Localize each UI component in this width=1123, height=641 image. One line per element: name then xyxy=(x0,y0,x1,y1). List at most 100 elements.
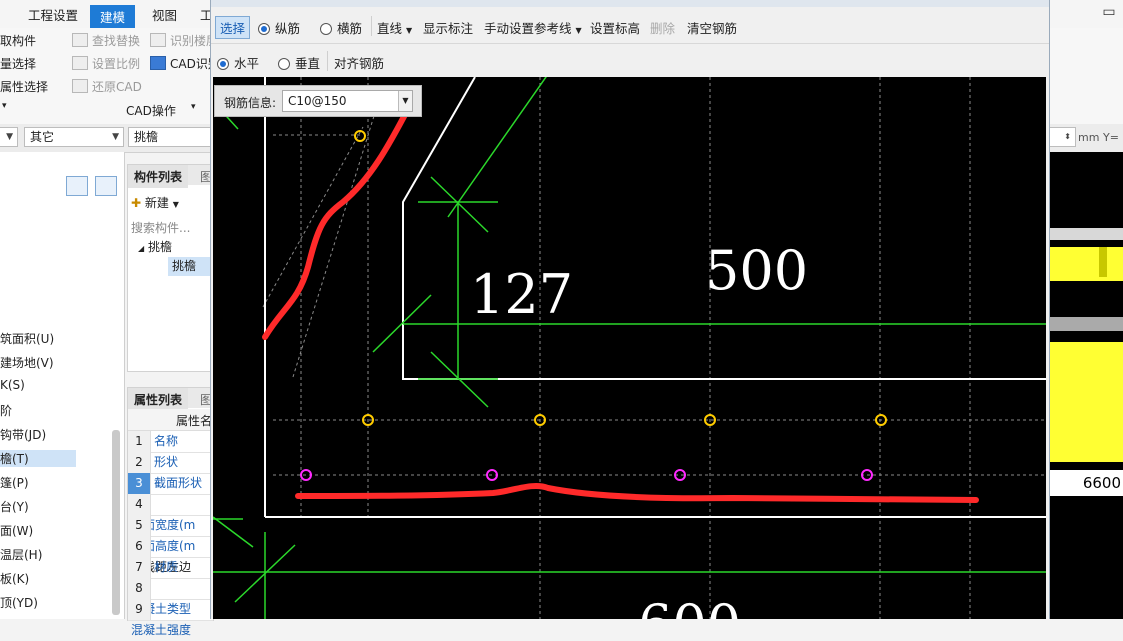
property-row-index: 7 xyxy=(128,557,151,578)
coord-unit-label: mm xyxy=(1078,131,1100,144)
property-row-index: 9 xyxy=(128,599,151,620)
identify-floor-button[interactable]: 识别楼层 xyxy=(150,32,218,49)
rebar-info-box: 钢筋信息: C10@150 ▼ xyxy=(214,85,422,117)
radio-off-icon xyxy=(278,58,290,70)
property-row[interactable]: 5截面高度(m xyxy=(128,515,213,553)
radio-longitudinal[interactable]: 纵筋 xyxy=(258,18,300,37)
tree-item-eaves[interactable]: 挑檐 xyxy=(168,257,210,276)
property-row-index: 2 xyxy=(128,452,151,473)
spinner-icon: ⬍ xyxy=(1064,132,1071,141)
property-row[interactable]: 3 截面形状 xyxy=(128,473,213,495)
property-row-name: 材质 xyxy=(154,560,179,574)
set-scale-button[interactable]: 设置比例 xyxy=(72,55,140,72)
radio-transverse[interactable]: 横筋 xyxy=(320,18,362,37)
align-rebar-button[interactable]: 对齐钢筋 xyxy=(334,53,384,72)
tab-property-list[interactable]: 属性列表 xyxy=(128,388,189,411)
section-drawing: 127 500 600 xyxy=(213,77,1046,619)
property-row[interactable]: 2 形状 xyxy=(128,452,213,474)
close-icon[interactable]: ▭ xyxy=(1098,4,1120,20)
rebar-info-input[interactable]: C10@150 ▼ xyxy=(282,90,413,112)
menu-tab-view[interactable]: 视图 xyxy=(152,5,177,24)
property-row-index: 5 xyxy=(128,515,151,536)
property-row[interactable]: 6轴线距左边 xyxy=(128,536,213,574)
left-tree-item[interactable]: 顶(YD) xyxy=(0,594,38,611)
chevron-down-icon: ▼ xyxy=(6,132,13,142)
radio-horizontal[interactable]: 水平 xyxy=(217,53,259,72)
select-button[interactable]: 选择 xyxy=(215,16,251,39)
line-dropdown[interactable]: 直线 ▼ xyxy=(377,18,412,37)
property-row-name: 混凝土强度 xyxy=(131,623,192,637)
cad-icon xyxy=(150,56,166,70)
restore-cad-button[interactable]: 还原CAD xyxy=(72,78,142,95)
radio-off-icon xyxy=(320,23,332,35)
chevron-down-icon: ▼ xyxy=(406,26,413,35)
show-mark-button[interactable]: 显示标注 xyxy=(423,18,473,37)
restore-icon xyxy=(72,79,88,93)
dimension-6600: 6600 xyxy=(1047,470,1123,496)
property-row[interactable]: 1 名称 xyxy=(128,431,213,453)
rebar-points xyxy=(300,130,887,481)
dimension-127: 127 xyxy=(470,263,573,326)
find-replace-button[interactable]: 查找替换 xyxy=(72,32,140,49)
grid-view-icon[interactable] xyxy=(95,176,117,196)
delete-button[interactable]: 删除 xyxy=(650,18,675,37)
expand-icon: ◢ xyxy=(138,244,145,253)
coord-x-input[interactable]: ⬍ xyxy=(1048,127,1076,147)
find-replace-icon xyxy=(72,33,88,47)
left-tree-item[interactable]: 檐(T) xyxy=(0,450,76,467)
property-row-name: 名称 xyxy=(154,434,179,448)
chevron-down-icon[interactable]: ▾ xyxy=(2,101,7,111)
left-tree-item[interactable]: 筑面积(U) xyxy=(0,330,54,347)
pick-component-button[interactable]: 取构件 xyxy=(0,32,36,49)
left-tree-item[interactable]: K(S) xyxy=(0,378,25,392)
property-list-panel: 属性列表 图 属性名 1 名称 2 形状 3 截面形状 4截面宽度(m 5截面高度(m 6轴线距… xyxy=(127,387,214,637)
category-combo[interactable]: 其它 ▼ xyxy=(24,127,124,147)
property-row-name: 形状 xyxy=(154,455,179,469)
search-component-input[interactable]: 搜索构件... xyxy=(131,219,190,236)
radio-vertical[interactable]: 垂直 xyxy=(278,53,320,72)
component-list-panel: 构件列表 图 ✚ 新建 ▼ 搜索构件... ◢ 挑檐 挑檐 xyxy=(127,164,214,372)
menu-tab-modeling[interactable]: 建模 xyxy=(90,5,136,28)
property-row[interactable]: 9 混凝土强度 xyxy=(128,599,213,637)
property-row[interactable]: 8混凝土类型 xyxy=(128,578,213,616)
cad-ops-group-label: CAD操作 xyxy=(126,104,176,118)
property-name-header: 属性名 xyxy=(176,414,213,428)
chevron-down-icon: ▼ xyxy=(575,26,582,35)
clear-rebar-button[interactable]: 清空钢筋 xyxy=(687,18,737,37)
left-tree-item[interactable]: 篷(P) xyxy=(0,474,29,491)
tree-root-eaves[interactable]: ◢ 挑檐 xyxy=(138,238,172,255)
left-tree-item[interactable]: 钩带(JD) xyxy=(0,426,46,443)
model-view-area[interactable]: 6600 xyxy=(1047,152,1123,619)
left-tree-item[interactable]: 阶 xyxy=(0,402,12,419)
property-row-index: 1 xyxy=(128,431,151,452)
property-row[interactable]: 4截面宽度(m xyxy=(128,494,213,532)
property-row[interactable]: 7 材质 xyxy=(128,557,213,579)
section-outline xyxy=(264,77,1046,518)
batch-select-button[interactable]: 量选择 xyxy=(0,55,36,72)
property-row-index: 8 xyxy=(128,578,151,599)
manual-ref-line-dropdown[interactable]: 手动设置参考线 ▼ xyxy=(484,18,582,37)
list-view-icon[interactable] xyxy=(66,176,88,196)
left-tree-item[interactable]: 板(K) xyxy=(0,570,29,587)
property-select-button[interactable]: 属性选择 xyxy=(0,78,48,95)
menu-tab-project-settings[interactable]: 工程设置 xyxy=(28,5,78,24)
section-drawing-canvas[interactable]: 127 500 600 xyxy=(213,77,1046,619)
tab-component-list[interactable]: 构件列表 xyxy=(128,165,189,188)
new-icon: ✚ xyxy=(131,196,142,210)
dialog-title-bar[interactable] xyxy=(211,0,1049,7)
left-tree-item[interactable]: 温层(H) xyxy=(0,546,42,563)
dimension-500: 500 xyxy=(705,239,808,302)
chevron-down-icon[interactable]: ▾ xyxy=(191,102,196,112)
chevron-down-icon[interactable]: ▼ xyxy=(398,91,412,111)
scrollbar[interactable] xyxy=(112,430,120,615)
new-component-button[interactable]: ✚ 新建 ▼ xyxy=(131,194,179,211)
component-combo[interactable]: 挑檐 xyxy=(128,127,214,147)
property-row-index: 6 xyxy=(128,536,151,557)
left-tree-item[interactable]: 建场地(V) xyxy=(0,354,54,371)
left-nav-panel: 筑面积(U) 建场地(V) K(S) 阶钩带(JD) 檐(T) 篷(P) 台(Y) 面(W) 温… xyxy=(0,152,125,619)
left-tree-item[interactable]: 台(Y) xyxy=(0,498,29,515)
set-elevation-button[interactable]: 设置标高 xyxy=(590,18,640,37)
left-tree-item[interactable]: 面(W) xyxy=(0,522,33,539)
floor-combo[interactable]: ▼ xyxy=(0,127,18,147)
dimension-lines xyxy=(213,77,1046,619)
